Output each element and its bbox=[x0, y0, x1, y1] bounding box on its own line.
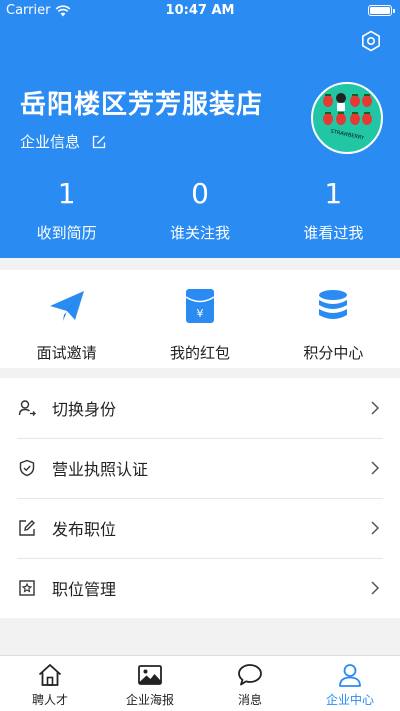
quick-action-label: 我的红包 bbox=[169, 344, 230, 362]
chevron-right-icon bbox=[371, 521, 380, 535]
status-time: 10:47 AM bbox=[165, 3, 235, 18]
stat-label: 谁看过我 bbox=[303, 224, 364, 242]
stat-value: 1 bbox=[324, 177, 343, 210]
stat-value: 1 bbox=[57, 177, 76, 210]
quick-action-interview-invite[interactable]: 面试邀请 bbox=[0, 270, 133, 368]
chevron-right-icon bbox=[371, 581, 380, 595]
stat-followers[interactable]: 0 谁关注我 bbox=[133, 176, 266, 246]
chevron-right-icon bbox=[371, 401, 380, 415]
tab-label: 企业中心 bbox=[325, 693, 374, 707]
settings-menu: 切换身份 营业执照认证 发布职位 职位管理 bbox=[0, 378, 400, 618]
chevron-right-icon bbox=[371, 461, 380, 475]
menu-item-post-job[interactable]: 发布职位 bbox=[0, 498, 400, 558]
stat-label: 收到简历 bbox=[36, 224, 97, 242]
tab-messages[interactable]: 消息 bbox=[200, 656, 300, 711]
edit-icon bbox=[92, 135, 106, 148]
image-icon bbox=[138, 665, 162, 685]
menu-item-label: 营业执照认证 bbox=[52, 460, 149, 479]
stats-row: 1 收到简历 0 谁关注我 1 谁看过我 bbox=[0, 176, 400, 246]
company-info-link[interactable]: 企业信息 bbox=[20, 131, 106, 152]
menu-item-label: 切换身份 bbox=[52, 400, 117, 419]
badge-icon bbox=[19, 580, 35, 596]
menu-item-license-verification[interactable]: 营业执照认证 bbox=[0, 438, 400, 498]
stat-value: 0 bbox=[191, 177, 209, 210]
quick-actions: 面试邀请 ¥ 我的红包 积分中心 bbox=[0, 270, 400, 368]
quick-action-points-center[interactable]: 积分中心 bbox=[267, 270, 400, 368]
tab-label: 企业海报 bbox=[125, 693, 174, 707]
shield-check-icon bbox=[19, 459, 35, 477]
shop-name: 岳阳楼区芳芳服装店 bbox=[20, 90, 264, 120]
strawberry-logo: STRAWBERRY bbox=[323, 93, 372, 142]
tab-label: 消息 bbox=[237, 693, 262, 707]
quick-action-label: 积分中心 bbox=[303, 344, 364, 362]
avatar-logo-text: STRAWBERRY bbox=[330, 129, 365, 142]
paper-plane-icon bbox=[49, 291, 84, 321]
tab-hire-talent[interactable]: 聘人才 bbox=[0, 656, 100, 711]
menu-item-job-management[interactable]: 职位管理 bbox=[0, 558, 400, 618]
tab-company-poster[interactable]: 企业海报 bbox=[100, 656, 200, 711]
coin-stack-icon bbox=[319, 290, 348, 319]
stat-label: 谁关注我 bbox=[169, 224, 230, 242]
stat-received-resumes[interactable]: 1 收到简历 bbox=[0, 176, 133, 246]
menu-item-switch-identity[interactable]: 切换身份 bbox=[0, 378, 400, 438]
menu-item-label: 职位管理 bbox=[52, 580, 117, 599]
avatar[interactable]: STRAWBERRY bbox=[311, 82, 383, 154]
quick-action-label: 面试邀请 bbox=[36, 344, 97, 362]
battery-icon bbox=[368, 5, 395, 16]
bottom-tab-bar: 聘人才 企业海报 消息 企业中心 bbox=[0, 655, 400, 711]
edit-icon bbox=[19, 520, 35, 536]
menu-item-label: 发布职位 bbox=[52, 520, 117, 539]
settings-hexagon-icon[interactable] bbox=[359, 29, 383, 53]
company-info-label: 企业信息 bbox=[20, 133, 81, 151]
tab-company-center[interactable]: 企业中心 bbox=[300, 656, 400, 711]
status-bar: Carrier 10:47 AM bbox=[0, 0, 400, 22]
svg-text:¥: ¥ bbox=[196, 307, 203, 320]
stat-viewers[interactable]: 1 谁看过我 bbox=[267, 176, 400, 246]
profile-header: Carrier 10:47 AM 岳阳楼区芳芳服装店 企业信息 STRAWBER… bbox=[0, 0, 400, 258]
red-envelope-icon: ¥ bbox=[185, 289, 215, 323]
tab-label: 聘人才 bbox=[31, 693, 68, 707]
quick-action-red-envelope[interactable]: ¥ 我的红包 bbox=[133, 270, 266, 368]
switch-user-icon bbox=[18, 400, 36, 416]
user-icon bbox=[339, 664, 361, 687]
home-icon bbox=[38, 664, 62, 686]
chat-bubble-icon bbox=[238, 664, 262, 686]
